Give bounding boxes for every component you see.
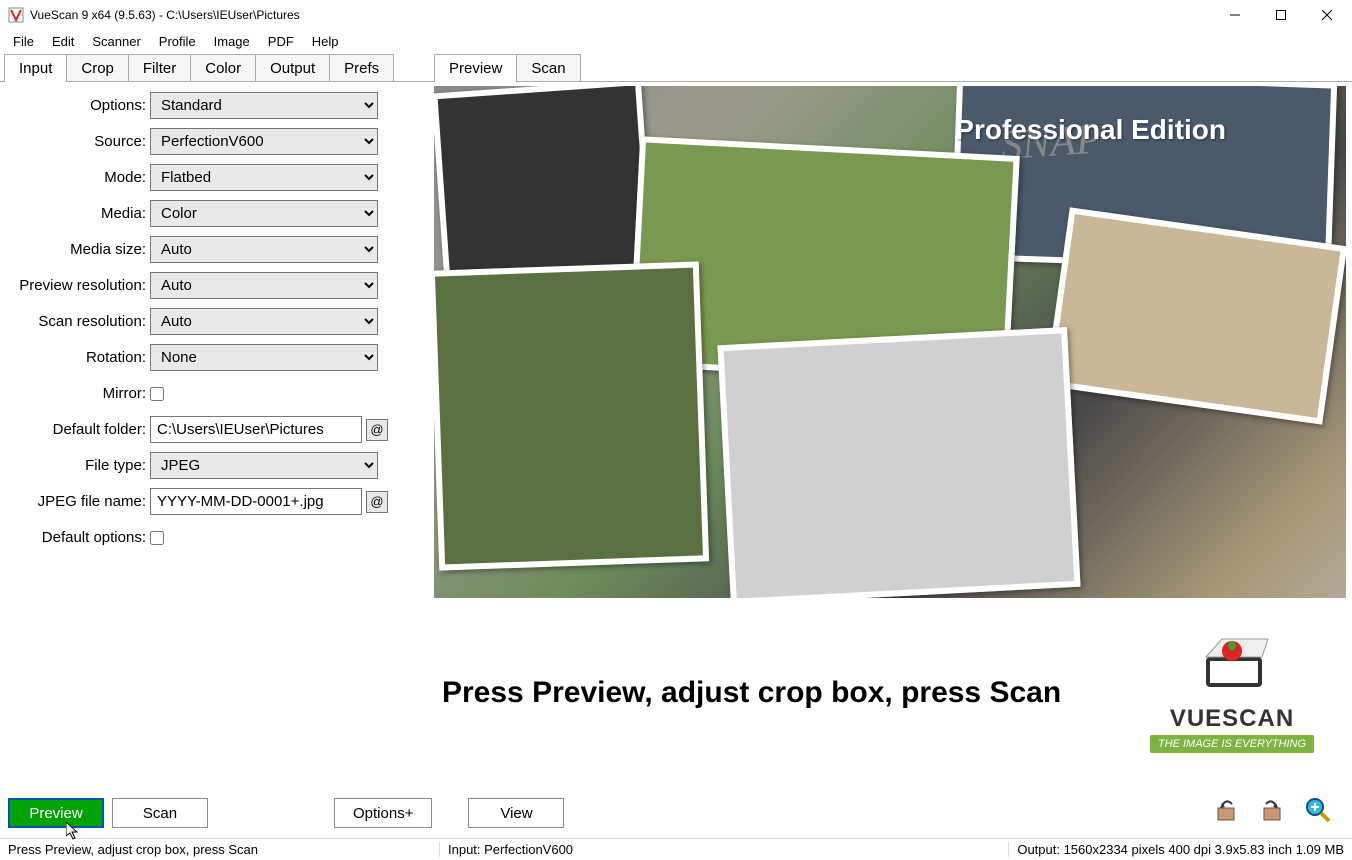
menubar: File Edit Scanner Profile Image PDF Help: [0, 30, 1352, 52]
media-select[interactable]: Color: [150, 200, 378, 227]
options-label: Options:: [8, 97, 150, 114]
form-area: Options:Standard Source:PerfectionV600 M…: [0, 82, 430, 788]
media-size-label: Media size:: [8, 241, 150, 258]
tab-input[interactable]: Input: [4, 54, 67, 82]
default-folder-label: Default folder:: [8, 421, 150, 438]
rotate-right-icon[interactable]: [1258, 796, 1286, 830]
jpeg-name-browse-button[interactable]: @: [366, 491, 388, 513]
tab-output[interactable]: Output: [255, 54, 330, 81]
media-size-select[interactable]: Auto: [150, 236, 378, 263]
preview-res-select[interactable]: Auto: [150, 272, 378, 299]
edition-text: Professional Edition: [955, 114, 1226, 146]
collage-photo: [717, 327, 1080, 605]
scan-res-label: Scan resolution:: [8, 313, 150, 330]
app-icon: [8, 7, 24, 23]
mirror-checkbox[interactable]: [150, 387, 164, 401]
options-select[interactable]: Standard: [150, 92, 378, 119]
jpeg-name-input[interactable]: [150, 488, 362, 515]
file-type-select[interactable]: JPEG: [150, 452, 378, 479]
preview-button[interactable]: Preview: [8, 798, 104, 828]
menu-help[interactable]: Help: [303, 32, 348, 51]
right-tabs: Preview Scan: [430, 52, 1352, 82]
rotate-left-icon[interactable]: [1212, 796, 1240, 830]
close-button[interactable]: [1304, 0, 1350, 30]
menu-pdf[interactable]: PDF: [259, 32, 303, 51]
menu-image[interactable]: Image: [205, 32, 259, 51]
collage-photo: [434, 86, 655, 293]
media-label: Media:: [8, 205, 150, 222]
logo-name: VUESCAN: [1126, 705, 1338, 733]
menu-file[interactable]: File: [4, 32, 43, 51]
instruction-panel: Press Preview, adjust crop box, press Sc…: [434, 598, 1346, 788]
default-options-checkbox[interactable]: [150, 531, 164, 545]
zoom-in-icon[interactable]: [1304, 796, 1332, 830]
status-left: Press Preview, adjust crop box, press Sc…: [0, 842, 440, 857]
source-select[interactable]: PerfectionV600: [150, 128, 378, 155]
minimize-button[interactable]: [1212, 0, 1258, 30]
view-button[interactable]: View: [468, 798, 564, 828]
options-plus-button[interactable]: Options+: [334, 798, 432, 828]
left-panel: Input Crop Filter Color Output Prefs Opt…: [0, 52, 430, 788]
preview-res-label: Preview resolution:: [8, 277, 150, 294]
status-center: Input: PerfectionV600: [440, 842, 1009, 857]
collage-photo: [1045, 207, 1346, 424]
left-tabs: Input Crop Filter Color Output Prefs: [0, 52, 430, 82]
menu-scanner[interactable]: Scanner: [83, 32, 149, 51]
menu-edit[interactable]: Edit: [43, 32, 83, 51]
preview-area[interactable]: SNAP Professional Edition Press Preview,…: [434, 86, 1346, 788]
tab-crop[interactable]: Crop: [66, 54, 129, 81]
maximize-button[interactable]: [1258, 0, 1304, 30]
status-right: Output: 1560x2334 pixels 400 dpi 3.9x5.8…: [1009, 842, 1352, 857]
statusbar: Press Preview, adjust crop box, press Sc…: [0, 838, 1352, 860]
mode-select[interactable]: Flatbed: [150, 164, 378, 191]
logo-tagline: THE IMAGE IS EVERYTHING: [1150, 735, 1314, 753]
scan-res-select[interactable]: Auto: [150, 308, 378, 335]
tab-prefs[interactable]: Prefs: [329, 54, 394, 81]
mirror-label: Mirror:: [8, 385, 150, 402]
default-folder-browse-button[interactable]: @: [366, 419, 388, 441]
tab-preview[interactable]: Preview: [434, 54, 517, 82]
scanner-icon: [1126, 633, 1338, 705]
scan-button[interactable]: Scan: [112, 798, 208, 828]
default-folder-input[interactable]: [150, 416, 362, 443]
vuescan-logo: VUESCAN THE IMAGE IS EVERYTHING: [1126, 633, 1346, 753]
file-type-label: File type:: [8, 457, 150, 474]
source-label: Source:: [8, 133, 150, 150]
collage-photo: [434, 261, 709, 570]
menu-profile[interactable]: Profile: [150, 32, 205, 51]
tab-color[interactable]: Color: [190, 54, 256, 81]
bottom-toolbar: Preview Scan Options+ View: [0, 788, 1352, 838]
right-panel: Preview Scan SNAP Professional Edition P…: [430, 52, 1352, 788]
window-title: VueScan 9 x64 (9.5.63) - C:\Users\IEUser…: [30, 8, 1212, 22]
tab-filter[interactable]: Filter: [128, 54, 191, 81]
instruction-text: Press Preview, adjust crop box, press Sc…: [442, 676, 1126, 710]
default-options-label: Default options:: [8, 529, 150, 546]
rotation-label: Rotation:: [8, 349, 150, 366]
rotation-select[interactable]: None: [150, 344, 378, 371]
titlebar: VueScan 9 x64 (9.5.63) - C:\Users\IEUser…: [0, 0, 1352, 30]
mode-label: Mode:: [8, 169, 150, 186]
jpeg-name-label: JPEG file name:: [8, 493, 150, 510]
tab-scan[interactable]: Scan: [516, 54, 580, 81]
